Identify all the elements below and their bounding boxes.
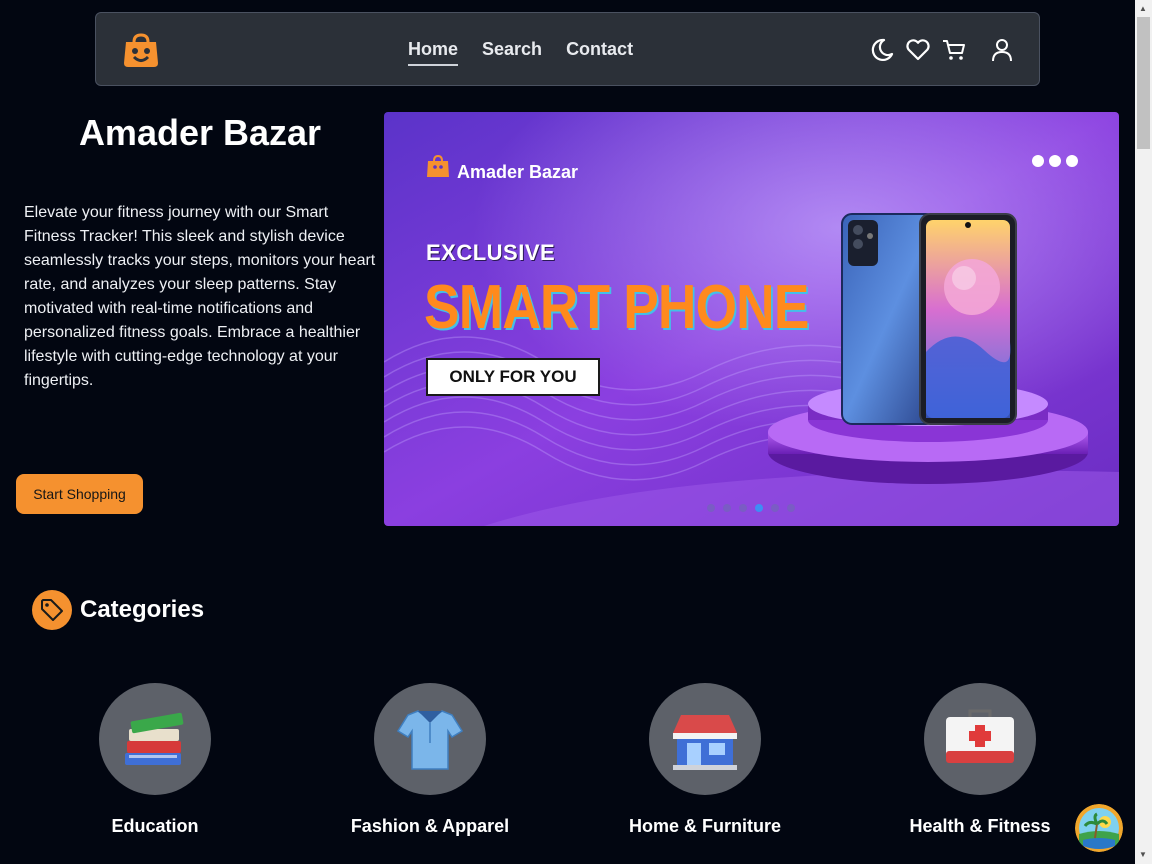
books-icon [99,683,211,795]
scroll-up-icon[interactable]: ▲ [1139,4,1147,13]
hero-title: Amader Bazar [78,112,322,153]
page: Home Search Contact Amader Bazar Elevate… [0,0,1135,864]
tag-icon [32,590,72,630]
user-icon[interactable] [989,36,1015,64]
scroll-down-icon[interactable]: ▼ [1139,850,1147,859]
shirt-icon [374,683,486,795]
category-label: Education [111,816,199,836]
carousel-dot[interactable] [723,504,731,512]
carousel-dot[interactable] [787,504,795,512]
categories-header: Categories [32,590,204,630]
first-aid-kit-icon [924,683,1036,795]
shopping-bag-smile-icon[interactable] [122,33,160,69]
main-nav: Home Search Contact [408,39,633,66]
instagram-icon [1049,155,1061,167]
store-icon [649,683,761,795]
start-shopping-button[interactable]: Start Shopping [16,474,143,514]
navbar: Home Search Contact [95,12,1040,86]
globe-icon [1032,155,1044,167]
nav-actions [869,36,1015,64]
cart-icon[interactable] [941,36,967,64]
banner-exclusive: EXCLUSIVE [426,240,556,265]
heart-icon[interactable] [905,36,931,64]
category-label: Home & Furniture [628,816,781,836]
banner-headline: SMART PHONE [424,273,809,342]
moon-icon[interactable] [869,36,895,64]
carousel-dot[interactable] [739,504,747,512]
category-education[interactable]: Education [35,683,275,837]
beach-icon [1075,804,1123,852]
carousel-dots [707,504,795,512]
category-health[interactable]: Health & Fitness [860,683,1100,837]
nav-home-link[interactable]: Home [408,39,459,66]
carousel-dot-active[interactable] [755,504,763,512]
category-fashion[interactable]: Fashion & Apparel [310,683,550,837]
category-label: Fashion & Apparel [350,816,510,836]
promo-banner-carousel[interactable]: Amader Bazar EXCLUSIVE SMART PHONE ONLY … [384,112,1119,526]
banner-brand: Amader Bazar [457,162,579,182]
scrollbar-thumb[interactable] [1137,17,1150,149]
carousel-dot[interactable] [771,504,779,512]
hero-description: Elevate your fitness journey with our Sm… [24,204,376,389]
vertical-scrollbar[interactable]: ▲ ▼ [1135,0,1152,864]
banner-tag: ONLY FOR YOU [426,358,600,396]
banner-social-icons [1032,155,1078,167]
category-home[interactable]: Home & Furniture [585,683,825,837]
categories-title: Categories [80,596,205,623]
youtube-icon [1066,155,1078,167]
floating-beach-button[interactable] [1075,804,1123,852]
category-label: Health & Fitness [909,816,1051,836]
carousel-dot[interactable] [707,504,715,512]
nav-contact-link[interactable]: Contact [566,39,633,66]
nav-search-link[interactable]: Search [482,39,542,66]
